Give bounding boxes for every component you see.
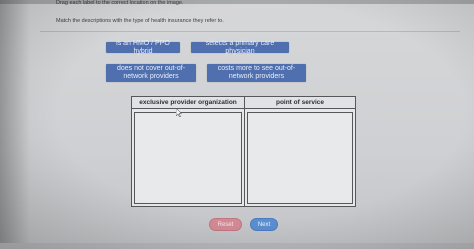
draggable-label-no-out-of-network[interactable]: does not cover out-of-network providers: [106, 64, 196, 82]
question-prompt: Match the descriptions with the type of …: [56, 18, 224, 24]
drop-zone-pos[interactable]: [247, 112, 353, 204]
column-header-pos: point of service: [245, 97, 355, 109]
mouse-cursor-icon: [176, 108, 182, 117]
draggable-label-costs-more[interactable]: costs more to see out-of-network provide…: [207, 64, 306, 82]
label-text: selects a primary care physician: [205, 39, 275, 55]
draggable-label-primary-care[interactable]: selects a primary care physician: [191, 39, 289, 55]
label-text: costs more to see out-of-network provide…: [217, 65, 296, 80]
label-text: does not cover out-of-network providers: [116, 65, 186, 80]
divider: [40, 31, 460, 32]
column-header-label: exclusive provider organization: [139, 99, 237, 106]
next-button[interactable]: Next: [250, 218, 278, 231]
label-text: is an HMO / PPO hybrid: [116, 39, 170, 55]
bottom-strip: [0, 243, 474, 249]
column-header-label: point of service: [275, 99, 325, 106]
column-divider: [244, 97, 245, 206]
drop-zone-epo[interactable]: [134, 112, 242, 204]
next-button-label: Next: [257, 221, 271, 228]
instruction-text: Drag each label to the correct location …: [56, 0, 184, 6]
drop-target-table: exclusive provider organization point of…: [131, 96, 356, 207]
screen-shadow: [0, 0, 30, 249]
column-header-epo: exclusive provider organization: [132, 97, 244, 109]
reset-button[interactable]: Reset: [209, 218, 242, 231]
reset-button-label: Reset: [217, 221, 234, 228]
draggable-label-hmo-ppo-hybrid[interactable]: is an HMO / PPO hybrid: [106, 39, 180, 55]
question-screen: Drag each label to the correct location …: [0, 0, 474, 249]
